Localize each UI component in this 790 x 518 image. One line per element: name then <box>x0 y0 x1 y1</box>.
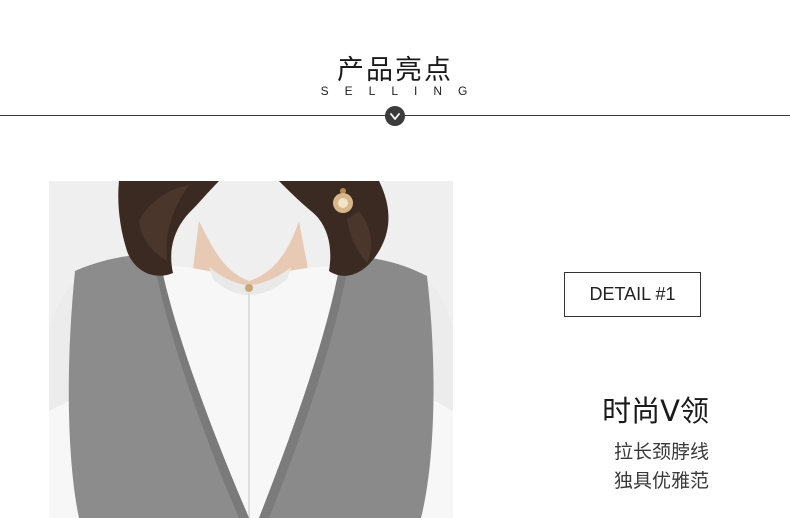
section-subtitle: SELLING <box>320 84 484 98</box>
detail-tag: DETAIL #1 <box>564 272 701 317</box>
section-title: 产品亮点 <box>337 55 453 86</box>
feature-title: 时尚V领 <box>602 394 709 428</box>
feature-line-2: 独具优雅范 <box>613 470 709 492</box>
feature-line-1: 拉长颈脖线 <box>613 441 709 463</box>
chevron-down-icon <box>385 106 405 126</box>
product-photo <box>49 181 453 518</box>
